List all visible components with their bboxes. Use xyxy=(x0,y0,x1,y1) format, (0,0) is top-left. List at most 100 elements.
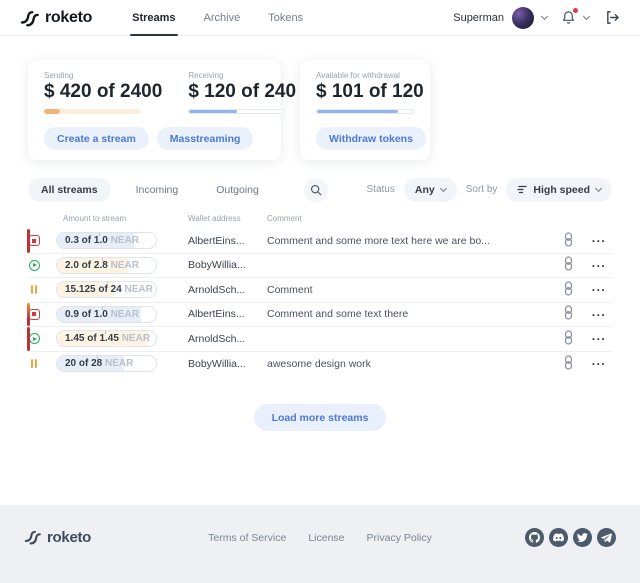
withdrawal-label: Available for withdrawal xyxy=(316,71,414,80)
wallet-address: AlbertEins... xyxy=(188,235,267,247)
footer-link-license[interactable]: License xyxy=(308,532,344,544)
withdrawal-card: Available for withdrawal $ 101 of 120 Wi… xyxy=(300,60,430,160)
nav-item-archive[interactable]: Archive xyxy=(204,0,241,36)
stream-comment: awesome design work xyxy=(267,358,550,370)
brand-logo[interactable]: roketo xyxy=(20,9,92,27)
stream-comment: Comment and some text there xyxy=(267,308,550,320)
sending-metric: Sending $ 420 of 2400 xyxy=(44,71,162,114)
col-amount: Amount to stream xyxy=(56,214,188,223)
create-stream-button[interactable]: Create a stream xyxy=(44,127,149,150)
amount-text: 0.9 of 1.0 NEAR xyxy=(65,309,139,320)
sort-lines-icon xyxy=(517,185,527,194)
withdrawal-value: $ 101 of 120 xyxy=(316,81,414,103)
load-more-button[interactable]: Load more streams xyxy=(254,404,387,431)
nav-item-tokens[interactable]: Tokens xyxy=(268,0,303,36)
copy-link-button[interactable] xyxy=(550,327,586,351)
discord-icon xyxy=(553,532,564,543)
receiving-progress-bar xyxy=(188,109,285,114)
amount-text: 1.45 of 1.45 NEAR xyxy=(65,333,150,344)
link-icon xyxy=(564,232,573,250)
table-row[interactable]: 2.0 of 2.8 NEARBobyWillia...... xyxy=(28,254,612,279)
telegram-link[interactable] xyxy=(597,528,616,547)
avatar[interactable] xyxy=(512,7,534,29)
github-link[interactable] xyxy=(525,528,544,547)
tab-incoming[interactable]: Incoming xyxy=(123,178,192,202)
wallet-address: ArnoldSch... xyxy=(188,284,267,296)
discord-link[interactable] xyxy=(549,528,568,547)
stream-comment: Comment and some more text here we are b… xyxy=(267,235,550,247)
table-row[interactable]: 0.9 of 1.0 NEARAlbertEins...Comment and … xyxy=(28,303,612,328)
tab-outgoing[interactable]: Outgoing xyxy=(203,178,272,202)
amount-progress-pill: 0.3 of 1.0 NEAR xyxy=(56,232,157,249)
ellipsis-icon: ... xyxy=(592,280,607,294)
roketo-app: roketo Streams Archive Tokens Superman xyxy=(0,0,640,583)
table-rows: 0.3 of 1.0 NEARAlbertEins...Comment and … xyxy=(28,229,612,376)
nav-item-streams[interactable]: Streams xyxy=(132,0,175,36)
footer: roketo Terms of Service License Privacy Po… xyxy=(0,505,640,583)
chevron-down-icon[interactable] xyxy=(541,12,548,19)
currency-text: NEAR xyxy=(124,284,152,295)
table-header: Amount to stream Wallet address Comment xyxy=(28,214,612,229)
amount-text: 2.0 of 2.8 NEAR xyxy=(65,260,139,271)
sort-by-label: Sort by xyxy=(466,184,498,195)
direction-tabs: All streams Incoming Outgoing xyxy=(28,178,272,202)
top-navbar: roketo Streams Archive Tokens Superman xyxy=(0,0,640,36)
twitter-icon xyxy=(577,532,588,543)
receiving-metric: Receiving $ 120 of 240 xyxy=(188,71,296,114)
link-icon xyxy=(564,305,573,323)
amount-text: 0.3 of 1.0 NEAR xyxy=(65,235,139,246)
copy-link-button[interactable] xyxy=(550,303,586,327)
footer-logo[interactable]: roketo xyxy=(24,529,91,546)
masstreaming-button[interactable]: Masstreaming xyxy=(157,127,254,150)
table-row[interactable]: 20 of 28 NEAR BobyWillia...awesome design… xyxy=(28,352,612,377)
stream-comment: Comment xyxy=(267,284,550,296)
status-select[interactable]: Any xyxy=(404,178,457,202)
chevron-down-icon[interactable] xyxy=(583,12,590,19)
amount-text: 20 of 28 NEAR xyxy=(65,358,133,369)
copy-link-button[interactable] xyxy=(550,254,586,278)
user-name: Superman xyxy=(453,12,504,24)
col-wallet: Wallet address xyxy=(188,214,267,223)
sort-select[interactable]: High speed xyxy=(506,178,612,202)
row-menu-button[interactable]: ... xyxy=(586,254,612,278)
search-button[interactable] xyxy=(304,178,328,202)
table-row[interactable]: 1.45 of 1.45 NEARArnoldSch...... xyxy=(28,327,612,352)
sending-progress-bar xyxy=(44,109,141,114)
amount-progress-pill: 1.45 of 1.45 NEAR xyxy=(56,330,157,347)
main-nav: Streams Archive Tokens xyxy=(118,0,317,36)
play-icon xyxy=(28,259,40,271)
streams-table: Amount to stream Wallet address Comment … xyxy=(28,214,612,376)
footer-link-terms-of-service[interactable]: Terms of Service xyxy=(208,532,286,544)
wallet-address: BobyWillia... xyxy=(188,358,267,370)
row-menu-button[interactable]: ... xyxy=(586,303,612,327)
tab-all-streams[interactable]: All streams xyxy=(28,178,111,202)
copy-link-button[interactable] xyxy=(550,352,586,377)
github-icon xyxy=(529,532,540,543)
copy-link-button[interactable] xyxy=(550,278,586,302)
sort-value: High speed xyxy=(533,184,590,196)
amount-text: 15.125 of 24 NEAR xyxy=(65,284,153,295)
sending-value: $ 420 of 2400 xyxy=(44,81,162,103)
footer-link-privacy-policy[interactable]: Privacy Policy xyxy=(367,532,432,544)
row-menu-button[interactable]: ... xyxy=(586,278,612,302)
notifications-button[interactable] xyxy=(561,10,576,25)
copy-link-button[interactable] xyxy=(550,229,586,253)
twitter-link[interactable] xyxy=(573,528,592,547)
row-menu-button[interactable]: ... xyxy=(586,327,612,351)
streams-summary-card: Sending $ 420 of 2400 Receiving $ 120 of… xyxy=(28,60,281,160)
sign-out-button[interactable] xyxy=(605,10,620,25)
table-row[interactable]: 15.125 of 24 NEAR ArnoldSch...Comment... xyxy=(28,278,612,303)
table-row[interactable]: 0.3 of 1.0 NEAR AlbertEins...Comment and … xyxy=(28,229,612,254)
search-icon xyxy=(310,184,322,196)
footer-links: Terms of Service License Privacy Policy xyxy=(208,532,432,544)
receiving-label: Receiving xyxy=(188,71,296,80)
row-menu-button[interactable]: ... xyxy=(586,352,612,377)
brand-name: roketo xyxy=(45,9,92,27)
row-menu-button[interactable]: ... xyxy=(586,229,612,253)
header-right: Superman xyxy=(453,7,620,29)
ellipsis-icon: ... xyxy=(592,231,607,245)
withdraw-tokens-button[interactable]: Withdraw tokens xyxy=(316,127,426,150)
link-icon xyxy=(564,256,573,274)
pause-icon xyxy=(28,358,40,370)
link-icon xyxy=(564,281,573,299)
